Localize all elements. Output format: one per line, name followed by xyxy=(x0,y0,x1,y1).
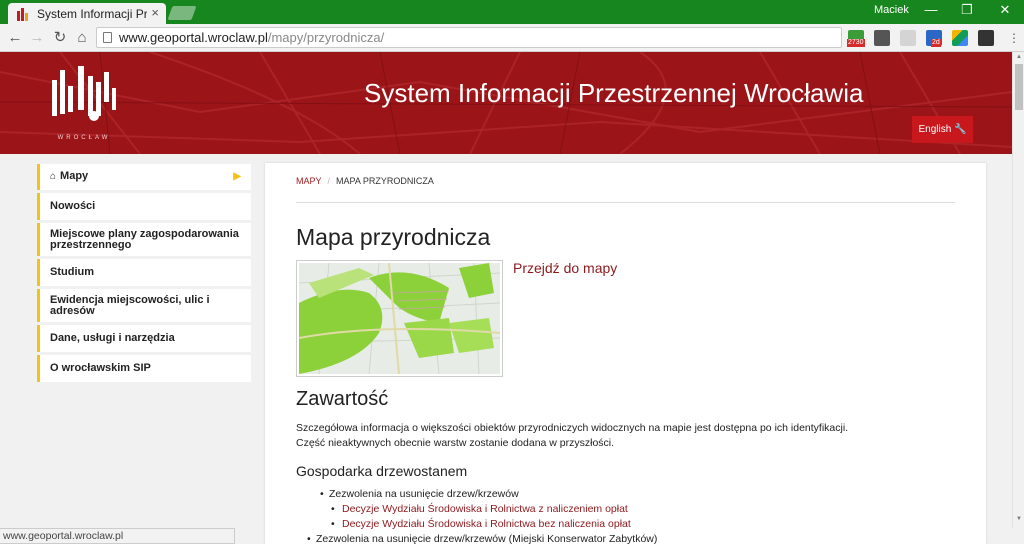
tab-close-icon[interactable]: × xyxy=(151,5,159,20)
google-drive-icon[interactable] xyxy=(952,30,968,46)
back-icon[interactable]: ← xyxy=(5,29,25,47)
site-title: System Informacji Przestrzennej Wrocławi… xyxy=(364,78,864,108)
extension-icon[interactable]: 2730 xyxy=(847,30,865,47)
pocket-extension-icon[interactable] xyxy=(874,30,890,46)
new-tab-button[interactable] xyxy=(167,6,197,20)
browser-tab[interactable]: System Informacji Przestrzennej Wrocławi… xyxy=(8,3,166,24)
subheading-tree-management: Gospodarka drzewostanem xyxy=(296,463,468,479)
browser-toolbar: ← → ↻ ⌂ www.geoportal.wroclaw.pl/mapy/pr… xyxy=(0,24,1024,52)
logo-mark-icon xyxy=(52,66,116,121)
reload-icon[interactable]: ↻ xyxy=(50,29,70,47)
sidebar-item-mapy[interactable]: ⌂ Mapy ▶ xyxy=(37,164,251,190)
logo-text: WROCŁAW xyxy=(57,135,111,141)
intro-line-2: Część nieaktywnych obecnie warstw zostan… xyxy=(296,437,615,449)
forward-icon[interactable]: → xyxy=(27,29,47,47)
map-thumbnail[interactable] xyxy=(296,260,503,377)
extension-badge: 2730 xyxy=(847,39,865,47)
minimize-icon[interactable]: — xyxy=(916,2,946,17)
page-scrollbar[interactable]: ▲ ▼ xyxy=(1012,52,1024,528)
url-domain: www.geoportal.wroclaw.pl xyxy=(119,30,268,45)
scroll-up-icon[interactable]: ▲ xyxy=(1013,54,1024,60)
home-icon: ⌂ xyxy=(50,171,57,182)
scrollbar-thumb[interactable] xyxy=(1015,64,1023,110)
page-info-icon[interactable] xyxy=(103,32,112,43)
breadcrumb-link-mapy[interactable]: MAPY xyxy=(296,176,322,186)
window-close-icon[interactable]: ✕ xyxy=(990,2,1020,18)
tab-title: System Informacji Przestrzennej Wrocławi… xyxy=(37,6,147,21)
sidebar-item-label: Mapy xyxy=(60,170,89,182)
sidebar-nav: ⌂ Mapy ▶ Nowości Miejscowe plany zagospod… xyxy=(37,164,251,385)
sidebar-item-label: Miejscowe plany zagospodarowania przestr… xyxy=(50,228,239,251)
sidebar-item-ewidencja[interactable]: Ewidencja miejscowości, ulic i adresów xyxy=(37,289,251,322)
restore-icon[interactable]: ❐ xyxy=(952,2,982,18)
pdf-extension-icon[interactable] xyxy=(900,30,916,46)
status-bar-url: www.geoportal.wroclaw.pl xyxy=(0,528,235,544)
sidebar-item-nowosci[interactable]: Nowości xyxy=(37,193,251,220)
sidebar-item-label: O wrocławskim SIP xyxy=(50,362,151,374)
list-item: Zezwolenia na usunięcie drzew/krzewów (M… xyxy=(307,533,658,544)
list-item-label: Zezwolenia na usunięcie drzew/krzewów xyxy=(329,488,519,500)
intro-line-1: Szczegółowa informacja o większości obie… xyxy=(296,422,849,434)
go-to-map-link[interactable]: Przejdź do mapy xyxy=(513,260,617,276)
home-icon[interactable]: ⌂ xyxy=(72,29,92,47)
sidebar-item-label: Studium xyxy=(50,266,94,278)
sidebar-item-o-sip[interactable]: O wrocławskim SIP xyxy=(37,355,251,382)
list-link-without-fees[interactable]: Decyzje Wydziału Środowiska i Rolnictwa … xyxy=(331,518,657,531)
sidebar-item-dane[interactable]: Dane, usługi i narzędzia xyxy=(37,325,251,352)
browser-titlebar: System Informacji Przestrzennej Wrocławi… xyxy=(0,0,1024,24)
profile-name[interactable]: Maciek xyxy=(874,4,909,16)
breadcrumb-current: MAPA PRZYRODNICZA xyxy=(336,176,434,186)
list-link-with-fees[interactable]: Decyzje Wydziału Środowiska i Rolnictwa … xyxy=(331,503,657,516)
cast-extension-icon[interactable]: 2d xyxy=(926,30,942,47)
sidebar-item-plany[interactable]: Miejscowe plany zagospodarowania przestr… xyxy=(37,223,251,256)
intro-paragraph: Szczegółowa informacja o większości obie… xyxy=(296,421,848,451)
download-extension-icon[interactable] xyxy=(978,30,994,46)
scroll-down-icon[interactable]: ▼ xyxy=(1013,516,1024,522)
divider xyxy=(296,202,955,203)
page-title: Mapa przyrodnicza xyxy=(296,224,491,250)
sidebar-item-label: Nowości xyxy=(50,200,96,212)
map-preview-image xyxy=(298,262,501,375)
wroclaw-logo[interactable]: WROCŁAW xyxy=(44,62,124,142)
menu-icon[interactable]: ⋮ xyxy=(1004,29,1024,47)
list-item: Zezwolenia na usunięcie drzew/krzewów De… xyxy=(320,488,657,531)
sidebar-item-label: Dane, usługi i narzędzia xyxy=(50,332,175,344)
list-item-label: Zezwolenia na usunięcie drzew/krzewów (M… xyxy=(316,533,658,544)
breadcrumb-separator: / xyxy=(327,176,331,186)
sub-list: Decyzje Wydziału Środowiska i Rolnictwa … xyxy=(329,503,657,531)
chevron-right-icon: ▶ xyxy=(233,171,241,182)
site-favicon-icon xyxy=(16,7,30,21)
site-banner: WROCŁAW System Informacji Przestrzennej … xyxy=(0,52,1012,154)
section-heading-contents: Zawartość xyxy=(296,388,389,410)
breadcrumb: MAPY / MAPA PRZYRODNICZA xyxy=(296,176,434,186)
url-path: /mapy/przyrodnicza/ xyxy=(267,30,385,45)
layer-list: Zezwolenia na usunięcie drzew/krzewów De… xyxy=(307,488,657,544)
main-content: MAPY / MAPA PRZYRODNICZA Mapa przyrodnicza xyxy=(265,163,986,544)
extension-badge-2: 2d xyxy=(931,39,941,47)
sidebar-item-studium[interactable]: Studium xyxy=(37,259,251,286)
english-language-button[interactable]: English 🔧 xyxy=(912,116,973,143)
address-bar[interactable]: www.geoportal.wroclaw.pl/mapy/przyrodnic… xyxy=(96,27,842,48)
sidebar-item-label: Ewidencja miejscowości, ulic i adresów xyxy=(50,294,210,317)
